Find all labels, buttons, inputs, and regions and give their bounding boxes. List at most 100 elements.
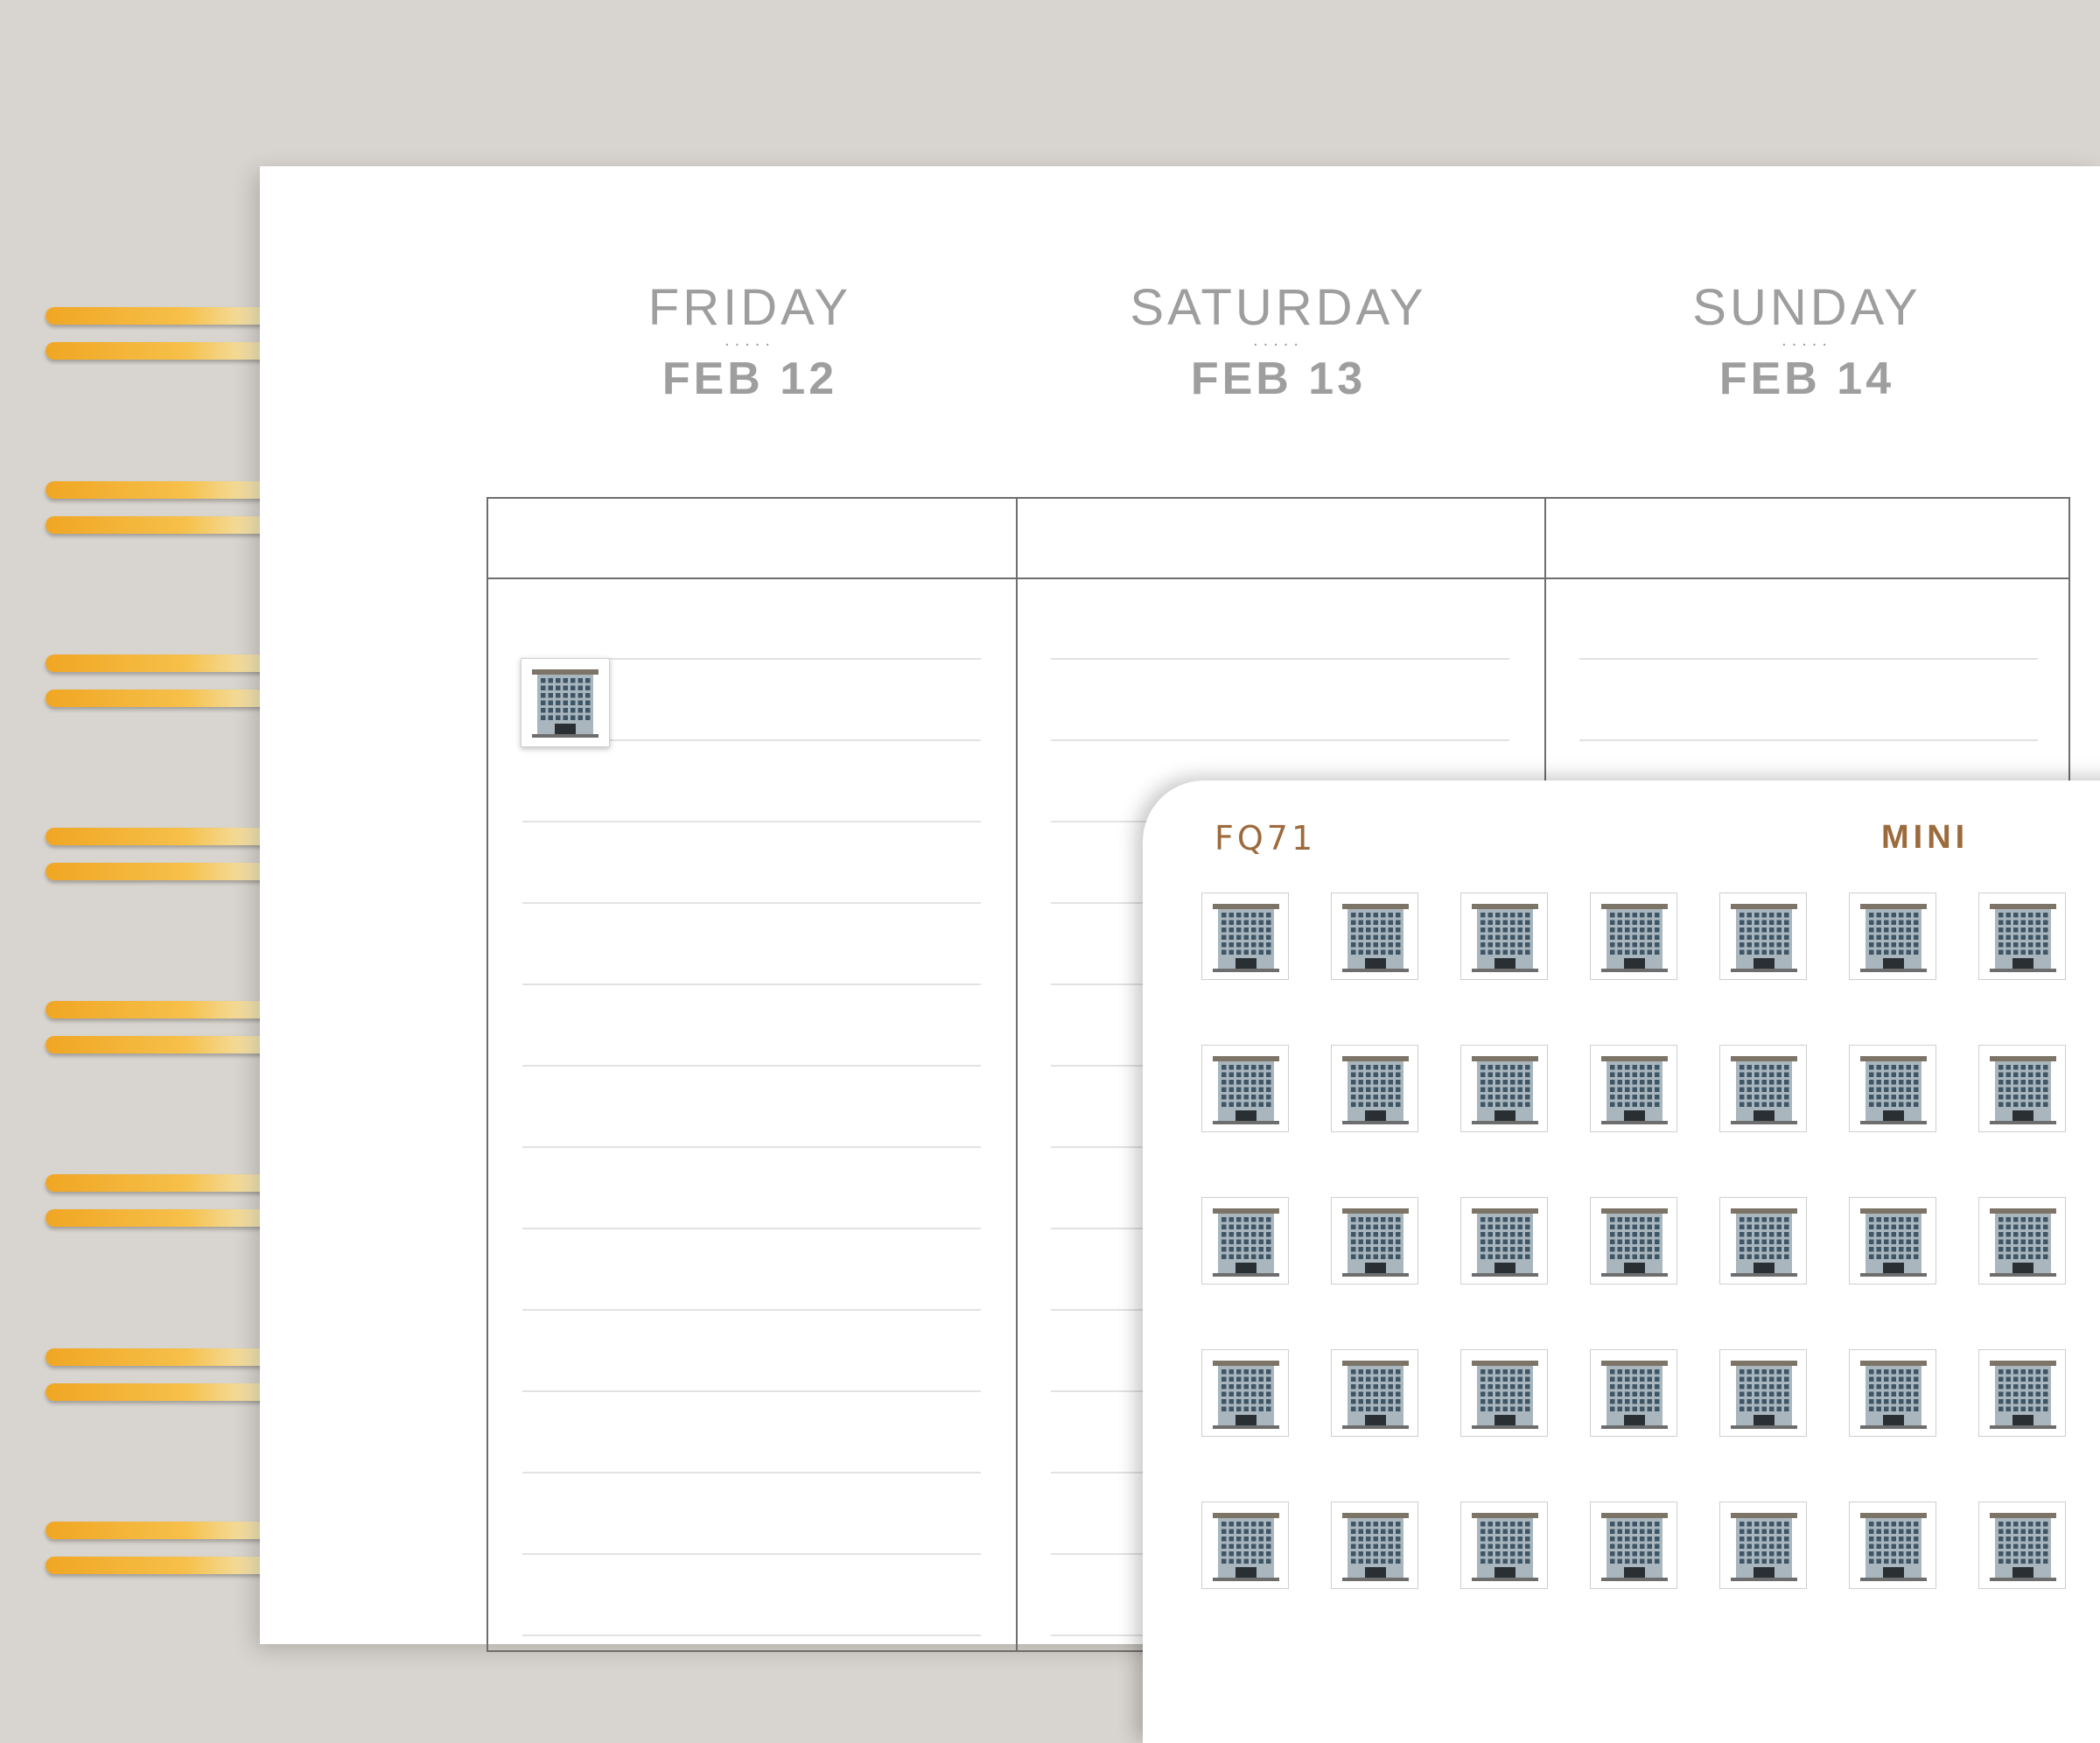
office-building-icon <box>1342 1361 1409 1429</box>
sticker-item[interactable] <box>1331 1502 1418 1589</box>
sticker-item[interactable] <box>1331 1197 1418 1284</box>
ruled-line <box>522 1390 981 1392</box>
office-building-icon <box>1213 1208 1279 1277</box>
office-building-icon <box>1342 1513 1409 1581</box>
office-building-icon <box>1731 1056 1797 1124</box>
sticker-item[interactable] <box>1460 1502 1548 1589</box>
sheet-size-label: MINI <box>1881 819 1970 856</box>
header-row-divider <box>488 578 2068 579</box>
ruled-line <box>522 1309 981 1311</box>
sticker-item[interactable] <box>1849 1197 1936 1284</box>
day-header-friday: FRIDAY ..... FEB 12 <box>575 278 925 405</box>
office-building-icon <box>1990 1513 2056 1581</box>
sticker-item[interactable] <box>1719 1197 1807 1284</box>
day-date: FEB 12 <box>662 354 838 404</box>
sticker-item[interactable] <box>1978 892 2066 980</box>
ruled-line <box>1579 739 2038 741</box>
sticker-item[interactable] <box>1590 892 1677 980</box>
office-building-icon <box>1472 1056 1538 1124</box>
sticker-item[interactable] <box>1460 1349 1548 1437</box>
sticker-item[interactable] <box>1590 1502 1677 1589</box>
sticker-item[interactable] <box>1719 1045 1807 1132</box>
office-building-icon <box>1601 904 1668 972</box>
sticker-item[interactable] <box>1849 1045 1936 1132</box>
day-dots: ..... <box>1782 331 1832 350</box>
office-building-icon <box>1213 1361 1279 1429</box>
office-building-icon <box>1990 1361 2056 1429</box>
ruled-line <box>522 1553 981 1555</box>
sticker-item[interactable] <box>1590 1197 1677 1284</box>
office-building-icon <box>1731 904 1797 972</box>
office-building-icon <box>1731 1208 1797 1277</box>
office-building-icon <box>1213 904 1279 972</box>
office-building-icon <box>1601 1361 1668 1429</box>
ruled-line <box>1051 739 1509 741</box>
ruled-line <box>1051 658 1509 660</box>
day-header-saturday: SATURDAY ..... FEB 13 <box>1103 278 1453 405</box>
office-building-icon <box>1860 1361 1927 1429</box>
sticker-item[interactable] <box>1201 1045 1289 1132</box>
sticker-item[interactable] <box>1978 1502 2066 1589</box>
ruled-line <box>522 1228 981 1229</box>
ruled-line <box>522 1146 981 1148</box>
office-building-icon <box>1472 1513 1538 1581</box>
sticker-sheet: FQ71 MINI <box>1143 780 2100 1743</box>
office-building-icon <box>1860 904 1927 972</box>
office-building-icon <box>1213 1513 1279 1581</box>
office-building-icon <box>1342 904 1409 972</box>
sticker-item[interactable] <box>1201 1197 1289 1284</box>
sticker-item[interactable] <box>1331 1349 1418 1437</box>
office-building-icon <box>1990 1208 2056 1277</box>
day-date: FEB 14 <box>1718 354 1895 404</box>
column-divider <box>1016 499 1018 1650</box>
office-building-icon <box>1990 1056 2056 1124</box>
sticker-item[interactable] <box>1978 1349 2066 1437</box>
ruled-line <box>522 1472 981 1474</box>
office-building-icon <box>1601 1056 1668 1124</box>
sticker-item[interactable] <box>1978 1045 2066 1132</box>
sticker-item[interactable] <box>1331 892 1418 980</box>
sticker-item[interactable] <box>1460 1045 1548 1132</box>
office-building-icon <box>1731 1513 1797 1581</box>
placed-sticker[interactable] <box>521 658 610 747</box>
sticker-item[interactable] <box>1460 1197 1548 1284</box>
sticker-item[interactable] <box>1849 1502 1936 1589</box>
sheet-code: FQ71 <box>1214 819 1317 858</box>
office-building-icon <box>1990 904 2056 972</box>
day-name: SATURDAY <box>1130 279 1427 336</box>
day-name: FRIDAY <box>648 279 852 336</box>
office-building-icon <box>1342 1208 1409 1277</box>
sticker-item[interactable] <box>1201 892 1289 980</box>
sticker-item[interactable] <box>1849 892 1936 980</box>
ruled-line <box>522 902 981 904</box>
office-building-icon <box>1472 904 1538 972</box>
sticker-item[interactable] <box>1201 1349 1289 1437</box>
sticker-item[interactable] <box>1590 1045 1677 1132</box>
sticker-item[interactable] <box>1590 1349 1677 1437</box>
sticker-item[interactable] <box>1331 1045 1418 1132</box>
office-building-icon <box>1731 1361 1797 1429</box>
ruled-line <box>522 984 981 985</box>
day-header-sunday: SUNDAY ..... FEB 14 <box>1632 278 1982 405</box>
office-building-icon <box>1860 1513 1927 1581</box>
ruled-line <box>1579 658 2038 660</box>
office-building-icon <box>1601 1208 1668 1277</box>
ruled-line <box>522 821 981 822</box>
sticker-item[interactable] <box>1978 1197 2066 1284</box>
ruled-line <box>522 1634 981 1636</box>
sticker-item[interactable] <box>1460 892 1548 980</box>
sticker-item[interactable] <box>1719 1349 1807 1437</box>
sticker-item[interactable] <box>1719 892 1807 980</box>
office-building-icon <box>1213 1056 1279 1124</box>
ruled-line <box>522 1065 981 1067</box>
office-building-icon <box>532 669 598 738</box>
sticker-item[interactable] <box>1719 1502 1807 1589</box>
day-date: FEB 13 <box>1190 354 1367 404</box>
office-building-icon <box>1472 1361 1538 1429</box>
office-building-icon <box>1472 1208 1538 1277</box>
sticker-item[interactable] <box>1849 1349 1936 1437</box>
day-name: SUNDAY <box>1692 279 1922 336</box>
office-building-icon <box>1860 1208 1927 1277</box>
office-building-icon <box>1342 1056 1409 1124</box>
sticker-item[interactable] <box>1201 1502 1289 1589</box>
